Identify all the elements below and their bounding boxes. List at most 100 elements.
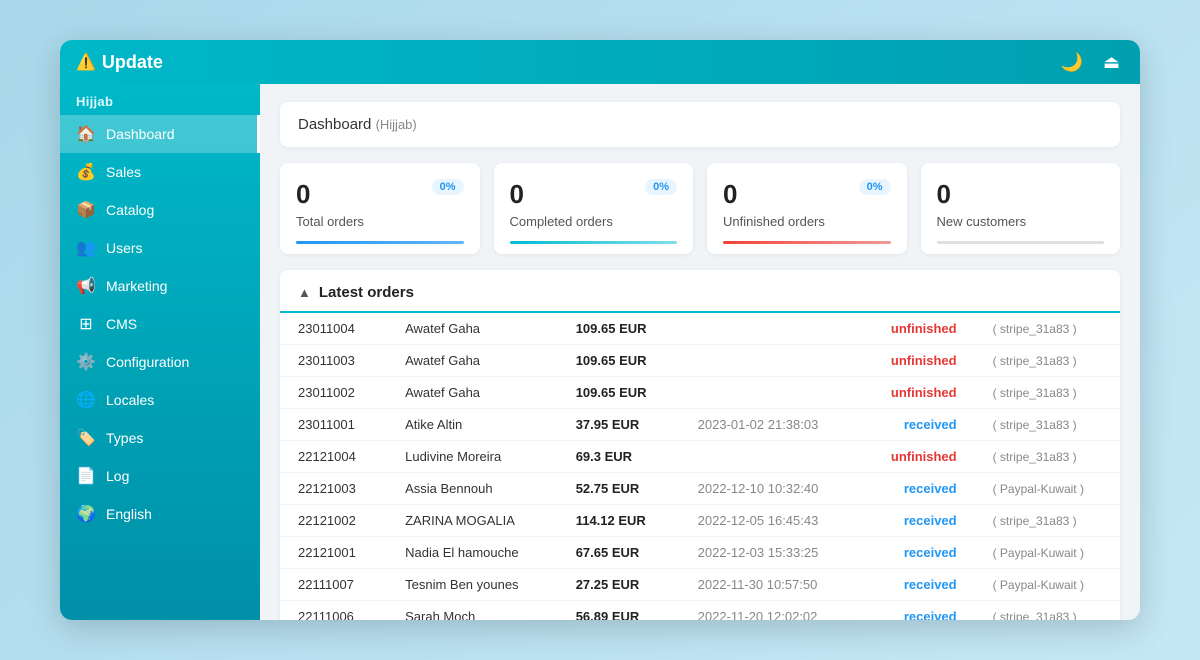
customer-name: Awatef Gaha	[387, 313, 558, 345]
order-date	[680, 313, 859, 345]
table-row[interactable]: 22121003 Assia Bennouh 52.75 EUR 2022-12…	[280, 473, 1120, 505]
customer-name: Awatef Gaha	[387, 345, 558, 377]
stat-number: 0	[510, 179, 524, 210]
cms-icon: ⊞	[76, 314, 96, 334]
order-status: unfinished	[859, 345, 975, 377]
sidebar-item-users[interactable]: 👥 Users	[60, 229, 260, 267]
customer-name: ZARINA MOGALIA	[387, 505, 558, 537]
dashboard-icon: 🏠	[76, 124, 96, 144]
dark-mode-button[interactable]: 🌙	[1057, 48, 1087, 77]
order-id: 23011004	[280, 313, 387, 345]
stat-card-top: 0 0%	[723, 179, 891, 210]
stats-row: 0 0% Total orders 0 0% Completed orders …	[280, 163, 1120, 254]
stat-number: 0	[296, 179, 310, 210]
sidebar-item-marketing[interactable]: 📢 Marketing	[60, 267, 260, 305]
order-amount: 69.3 EUR	[558, 441, 680, 473]
order-amount: 109.65 EUR	[558, 345, 680, 377]
order-status: unfinished	[859, 441, 975, 473]
stat-label: Total orders	[296, 214, 464, 229]
table-row[interactable]: 23011002 Awatef Gaha 109.65 EUR unfinish…	[280, 377, 1120, 409]
table-row[interactable]: 22111007 Tesnim Ben younes 27.25 EUR 202…	[280, 569, 1120, 601]
table-row[interactable]: 22121002 ZARINA MOGALIA 114.12 EUR 2022-…	[280, 505, 1120, 537]
order-id: 22121003	[280, 473, 387, 505]
order-id: 22121002	[280, 505, 387, 537]
sales-icon: 💰	[76, 162, 96, 182]
order-status: received	[859, 537, 975, 569]
stat-card-top: 0 0%	[510, 179, 678, 210]
table-row[interactable]: 22111006 Sarah Moch 56.89 EUR 2022-11-20…	[280, 601, 1120, 621]
order-payment: ( Paypal-Kuwait )	[975, 569, 1120, 601]
table-row[interactable]: 23011003 Awatef Gaha 109.65 EUR unfinish…	[280, 345, 1120, 377]
table-row[interactable]: 22121004 Ludivine Moreira 69.3 EUR unfin…	[280, 441, 1120, 473]
stat-progress-bar	[510, 241, 678, 244]
stat-progress-bar	[723, 241, 891, 244]
sidebar-item-catalog[interactable]: 📦 Catalog	[60, 191, 260, 229]
order-status: unfinished	[859, 313, 975, 345]
order-date: 2022-11-20 12:02:02	[680, 601, 859, 621]
order-id: 22111006	[280, 601, 387, 621]
customer-name: Sarah Moch	[387, 601, 558, 621]
log-icon: 📄	[76, 466, 96, 486]
orders-table: 23011004 Awatef Gaha 109.65 EUR unfinish…	[280, 313, 1120, 620]
sidebar-item-marketing-label: Marketing	[106, 278, 167, 294]
order-amount: 67.65 EUR	[558, 537, 680, 569]
marketing-icon: 📢	[76, 276, 96, 296]
order-date: 2023-01-02 21:38:03	[680, 409, 859, 441]
stat-card: 0 0% Unfinished orders	[707, 163, 907, 254]
stat-card: 0 0% Completed orders	[494, 163, 694, 254]
table-row[interactable]: 23011004 Awatef Gaha 109.65 EUR unfinish…	[280, 313, 1120, 345]
order-payment: ( Paypal-Kuwait )	[975, 473, 1120, 505]
sidebar-item-dashboard[interactable]: 🏠 Dashboard	[60, 115, 260, 153]
sidebar-item-cms[interactable]: ⊞ CMS	[60, 305, 260, 343]
sidebar-item-log[interactable]: 📄 Log	[60, 457, 260, 495]
order-date	[680, 377, 859, 409]
order-date: 2022-12-05 16:45:43	[680, 505, 859, 537]
stat-badge: 0%	[432, 179, 464, 195]
sidebar-item-locales[interactable]: 🌐 Locales	[60, 381, 260, 419]
stat-number: 0	[723, 179, 737, 210]
sidebar-item-sales[interactable]: 💰 Sales	[60, 153, 260, 191]
sidebar-item-catalog-label: Catalog	[106, 202, 154, 218]
order-date: 2022-11-30 10:57:50	[680, 569, 859, 601]
sidebar-item-sales-label: Sales	[106, 164, 141, 180]
top-bar: ⚠️ Update 🌙 ⏏	[60, 40, 1140, 84]
stat-label: New customers	[937, 214, 1105, 229]
users-icon: 👥	[76, 238, 96, 258]
order-payment: ( stripe_31a83 )	[975, 409, 1120, 441]
order-amount: 52.75 EUR	[558, 473, 680, 505]
sidebar-item-dashboard-label: Dashboard	[106, 126, 175, 142]
customer-name: Ludivine Moreira	[387, 441, 558, 473]
sidebar-item-english[interactable]: 🌍 English	[60, 495, 260, 533]
order-status: received	[859, 473, 975, 505]
app-window: ⚠️ Update 🌙 ⏏ Hijjab 🏠 Dashboard 💰 Sales	[60, 40, 1140, 620]
main-layout: Hijjab 🏠 Dashboard 💰 Sales 📦 Catalog 👥 U…	[60, 84, 1140, 620]
shop-name: (Hijjab)	[376, 117, 417, 132]
sidebar-item-users-label: Users	[106, 240, 143, 256]
order-date	[680, 441, 859, 473]
dashboard-title: Dashboard	[298, 116, 371, 133]
configuration-icon: ⚙️	[76, 352, 96, 372]
order-amount: 109.65 EUR	[558, 313, 680, 345]
brand-name: Update	[102, 52, 163, 73]
table-row[interactable]: 23011001 Atike Altin 37.95 EUR 2023-01-0…	[280, 409, 1120, 441]
sidebar-item-types[interactable]: 🏷️ Types	[60, 419, 260, 457]
language-icon: 🌍	[76, 504, 96, 524]
table-row[interactable]: 22121001 Nadia El hamouche 67.65 EUR 202…	[280, 537, 1120, 569]
order-payment: ( stripe_31a83 )	[975, 441, 1120, 473]
order-date: 2022-12-10 10:32:40	[680, 473, 859, 505]
logout-button[interactable]: ⏏	[1099, 48, 1124, 77]
order-date	[680, 345, 859, 377]
sidebar-item-configuration[interactable]: ⚙️ Configuration	[60, 343, 260, 381]
chevron-up-icon: ▲	[298, 285, 311, 300]
stat-progress-bar	[937, 241, 1105, 244]
orders-header: ▲ Latest orders	[280, 270, 1120, 313]
customer-name: Assia Bennouh	[387, 473, 558, 505]
stat-number: 0	[937, 179, 951, 210]
sidebar-section-title: Hijjab	[60, 84, 260, 115]
order-status: received	[859, 569, 975, 601]
order-payment: ( stripe_31a83 )	[975, 505, 1120, 537]
sidebar: Hijjab 🏠 Dashboard 💰 Sales 📦 Catalog 👥 U…	[60, 84, 260, 620]
order-id: 23011002	[280, 377, 387, 409]
order-id: 22111007	[280, 569, 387, 601]
catalog-icon: 📦	[76, 200, 96, 220]
